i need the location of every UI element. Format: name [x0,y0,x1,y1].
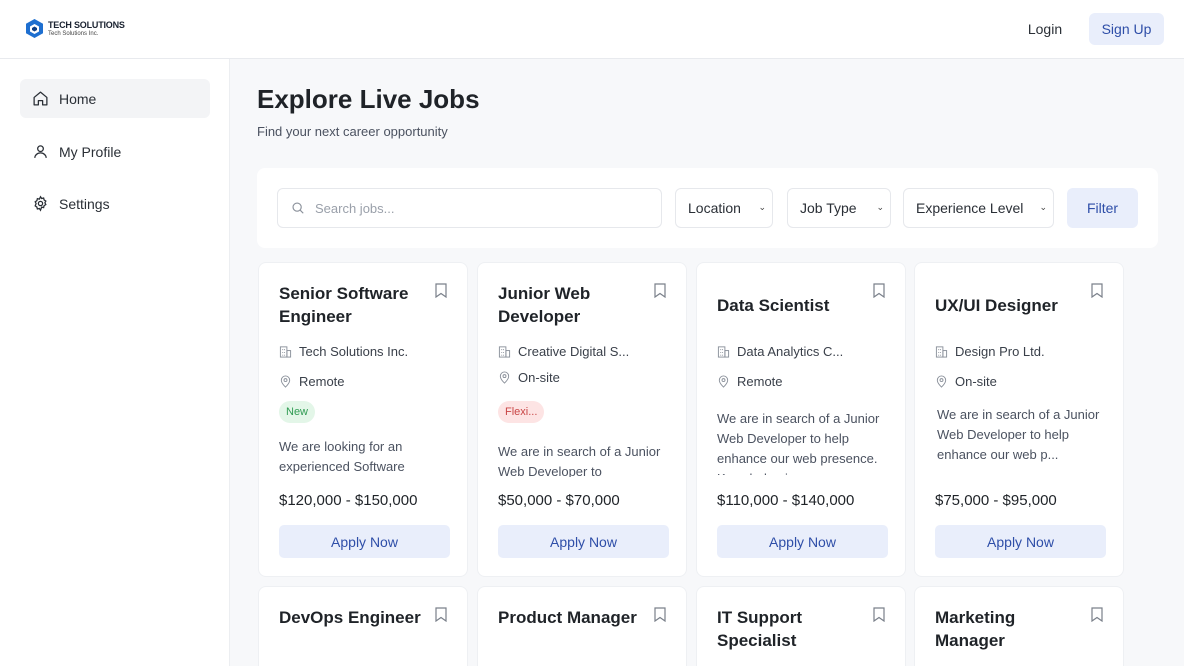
job-card[interactable]: Senior Software Engineer Tech Solutions … [258,262,468,577]
job-type-select[interactable]: Job Type ⌄ [787,188,891,228]
job-salary: $75,000 - $95,000 [935,492,1057,509]
location-select[interactable]: Location ⌄ [675,188,773,228]
search-box[interactable] [277,188,662,228]
job-location: Remote [717,374,783,389]
building-icon [717,346,730,358]
job-title[interactable]: Product Manager [498,606,648,629]
company-name: Data Analytics C... [737,344,844,359]
job-description: We are in search of a Junior Web Develop… [498,444,661,477]
job-title[interactable]: Senior Software Engineer [279,282,429,328]
sidebar-item-label: Settings [59,195,110,212]
building-icon [279,346,292,358]
job-salary: $50,000 - $70,000 [498,492,620,509]
company-name: Design Pro Ltd. [955,344,1045,359]
hexagon-logo-icon [26,19,43,38]
map-pin-icon [718,375,729,388]
job-salary: $110,000 - $140,000 [717,492,855,509]
sidebar-item-label: Home [59,90,97,107]
page-subtitle: Find your next career opportunity [257,124,448,139]
bookmark-icon[interactable] [1091,283,1103,298]
job-card[interactable]: Data Scientist Data Analytics C... Remot… [696,262,906,577]
job-card[interactable]: Product Manager [477,586,687,666]
building-icon [935,346,948,358]
brand-subtitle: Tech Solutions Inc. [48,30,99,37]
job-card[interactable]: DevOps Engineer [258,586,468,666]
bookmark-icon[interactable] [1091,607,1103,622]
job-company: Data Analytics C... [717,344,843,359]
user-icon [34,145,47,158]
search-input[interactable] [315,200,645,216]
apply-now-button[interactable]: Apply Now [279,525,450,558]
job-description: We are in search of a Junior Web Develop… [717,411,880,475]
chevron-down-icon: ⌄ [1039,202,1047,212]
bookmark-icon[interactable] [873,607,885,622]
location-text: Remote [299,374,345,389]
apply-now-button[interactable]: Apply Now [935,525,1106,558]
job-card[interactable]: IT Support Specialist [696,586,906,666]
experience-select-value: Experience Level [916,200,1024,216]
job-card[interactable]: Junior Web Developer Creative Digital S.… [477,262,687,577]
filter-panel: Location ⌄ Job Type ⌄ Experience Level ⌄… [257,168,1158,248]
job-title[interactable]: Marketing Manager [935,606,1085,652]
location-select-value: Location [688,200,741,216]
map-pin-icon [280,375,291,388]
building-icon [498,346,511,358]
chevron-down-icon: ⌄ [876,202,884,212]
job-location: Remote [279,374,345,389]
page-title: Explore Live Jobs [257,84,480,114]
status-badge: New [279,401,316,423]
brand-logo[interactable]: TECH SOLUTIONS Tech Solutions Inc. [25,18,125,39]
job-company: Creative Digital S... [498,344,629,359]
chevron-down-icon: ⌄ [758,202,766,212]
top-header: TECH SOLUTIONS Tech Solutions Inc. Login… [0,0,1184,59]
signup-button[interactable]: Sign Up [1089,13,1164,45]
job-description: We are in search of a Junior Web Develop… [937,407,1100,462]
apply-now-button[interactable]: Apply Now [498,525,669,558]
job-title[interactable]: UX/UI Designer [935,294,1085,317]
home-icon [33,91,48,106]
job-description: We are looking for an experienced Softwa… [279,439,405,474]
search-icon [292,202,304,214]
brand-title: TECH SOLUTIONS [48,19,125,30]
login-button[interactable]: Login [1013,13,1077,45]
map-pin-icon [936,375,947,388]
filter-button[interactable]: Filter [1067,188,1138,228]
sidebar: Home My Profile Settings [0,59,230,666]
status-badge: Flexi... [498,401,545,423]
job-company: Tech Solutions Inc. [279,344,408,359]
location-text: On-site [955,374,997,389]
job-title[interactable]: DevOps Engineer [279,606,429,629]
job-title[interactable]: Junior Web Developer [498,282,648,328]
apply-now-button[interactable]: Apply Now [717,525,888,558]
map-pin-icon [499,371,510,384]
experience-level-select[interactable]: Experience Level ⌄ [903,188,1054,228]
job-title[interactable]: Data Scientist [717,294,867,317]
sidebar-item-profile[interactable]: My Profile [20,132,210,171]
company-name: Creative Digital S... [518,344,630,359]
sidebar-item-label: My Profile [59,143,122,160]
bookmark-icon[interactable] [654,283,666,298]
job-card[interactable]: Marketing Manager [914,586,1124,666]
bookmark-icon[interactable] [435,283,447,298]
bookmark-icon[interactable] [435,607,447,622]
location-text: On-site [518,370,560,385]
job-salary: $120,000 - $150,000 [279,492,418,509]
job-title[interactable]: IT Support Specialist [717,606,867,652]
job-company: Design Pro Ltd. [935,344,1045,359]
bookmark-icon[interactable] [654,607,666,622]
location-text: Remote [737,374,783,389]
job-location: On-site [935,374,997,389]
company-name: Tech Solutions Inc. [299,344,409,359]
bookmark-icon[interactable] [873,283,885,298]
sidebar-item-settings[interactable]: Settings [20,184,210,223]
job-card[interactable]: UX/UI Designer Design Pro Ltd. On-site W… [914,262,1124,577]
job-location: On-site [498,370,560,385]
gear-icon [34,195,47,212]
sidebar-item-home[interactable]: Home [20,79,210,118]
job-type-select-value: Job Type [800,200,857,216]
